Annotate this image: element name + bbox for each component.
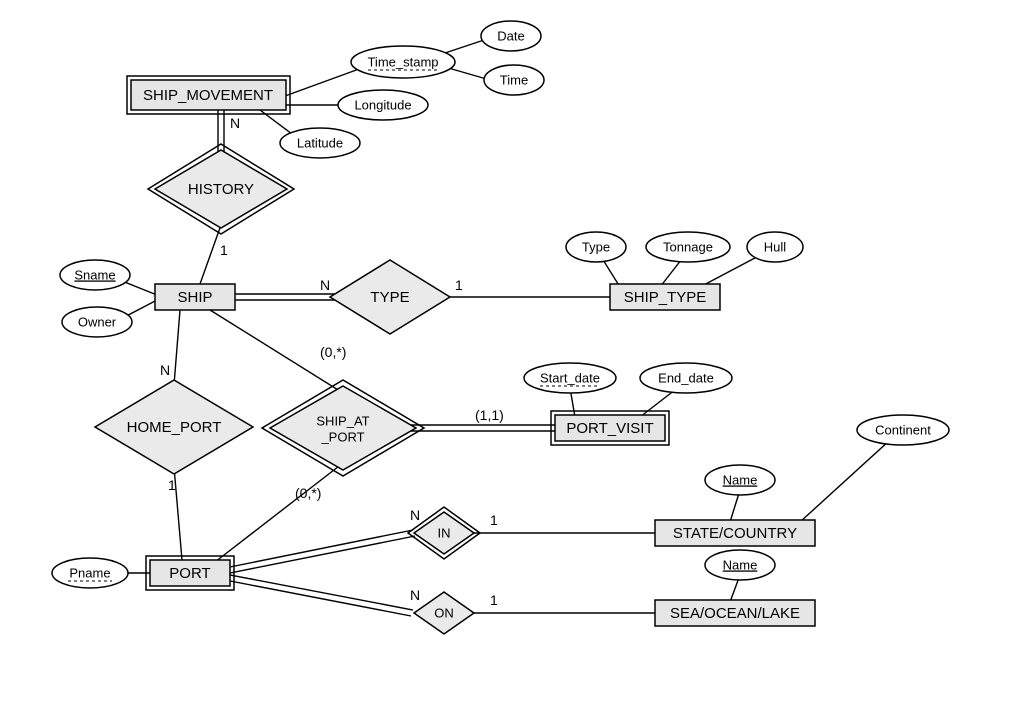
card-hp-1: 1: [168, 477, 176, 493]
card-sap-right: (1,1): [475, 407, 504, 423]
attr-date: Date: [481, 21, 541, 51]
rel-ship-at-port: SHIP_AT _PORT: [262, 380, 424, 476]
conn-ship-hp: [174, 310, 180, 385]
attr-name-sc: Name: [705, 465, 775, 495]
conn-sc-cont: [800, 440, 890, 522]
rel-type: TYPE: [330, 260, 450, 334]
entity-ship: SHIP: [155, 284, 235, 310]
svg-text:IN: IN: [438, 525, 451, 540]
card-in-1: 1: [490, 512, 498, 528]
card-in-n: N: [410, 507, 420, 523]
entity-ship-type: SHIP_TYPE: [610, 284, 720, 310]
card-hist-1: 1: [220, 242, 228, 258]
svg-text:End_date: End_date: [658, 370, 714, 385]
svg-text:SHIP_TYPE: SHIP_TYPE: [624, 289, 707, 306]
card-on-1: 1: [490, 592, 498, 608]
svg-text:TYPE: TYPE: [370, 289, 409, 306]
svg-text:PORT_VISIT: PORT_VISIT: [566, 420, 653, 437]
entity-port: PORT: [146, 556, 234, 590]
svg-text:Type: Type: [582, 239, 610, 254]
conn-hist-ship: [200, 225, 221, 284]
conn-port-on-b: [225, 580, 411, 616]
card-hist-n: N: [230, 115, 240, 131]
rel-history: HISTORY: [148, 144, 294, 234]
card-hp-n: N: [160, 362, 170, 378]
attr-continent: Continent: [857, 415, 949, 445]
attr-time: Time: [484, 65, 544, 95]
entity-ship-movement: SHIP_MOVEMENT: [127, 76, 290, 114]
conn-port-in-b: [225, 536, 415, 574]
entity-port-visit: PORT_VISIT: [551, 411, 669, 445]
attr-hull: Hull: [747, 232, 803, 262]
conn-sap-port: [215, 463, 343, 562]
svg-text:SHIP: SHIP: [177, 289, 212, 306]
rel-on: ON: [414, 592, 474, 634]
svg-text:Owner: Owner: [78, 314, 117, 329]
attr-end-date: End_date: [640, 363, 732, 393]
svg-text:PORT: PORT: [169, 565, 210, 582]
entity-state-country: STATE/COUNTRY: [655, 520, 815, 546]
attr-name-sol: Name: [705, 550, 775, 580]
svg-text:Continent: Continent: [875, 422, 931, 437]
card-sap-top: (0,*): [320, 344, 346, 360]
svg-text:Name: Name: [723, 472, 758, 487]
attr-latitude: Latitude: [280, 128, 360, 158]
svg-text:Longitude: Longitude: [354, 97, 411, 112]
svg-text:_PORT: _PORT: [320, 429, 364, 444]
svg-text:Latitude: Latitude: [297, 135, 343, 150]
svg-text:HOME_PORT: HOME_PORT: [127, 419, 222, 436]
svg-text:Date: Date: [497, 28, 524, 43]
svg-text:STATE/COUNTRY: STATE/COUNTRY: [673, 525, 797, 542]
svg-text:Tonnage: Tonnage: [663, 239, 713, 254]
svg-text:SEA/OCEAN/LAKE: SEA/OCEAN/LAKE: [670, 605, 800, 622]
attr-tonnage: Tonnage: [646, 232, 730, 262]
card-sap-bottom: (0,*): [295, 485, 321, 501]
attr-type: Type: [566, 232, 626, 262]
card-type-1: 1: [455, 277, 463, 293]
entity-sea-ocean-lake: SEA/OCEAN/LAKE: [655, 600, 815, 626]
attr-pname: Pname: [52, 558, 128, 588]
attr-start-date: Start_date: [524, 363, 616, 393]
svg-text:Start_date: Start_date: [540, 370, 600, 385]
svg-text:SHIP_AT: SHIP_AT: [316, 413, 369, 428]
svg-text:ON: ON: [434, 605, 454, 620]
svg-text:Time: Time: [500, 72, 528, 87]
conn-port-on-a: [225, 574, 413, 610]
attr-longitude: Longitude: [338, 90, 428, 120]
rel-home-port: HOME_PORT: [95, 380, 253, 474]
svg-text:Sname: Sname: [74, 267, 115, 282]
card-type-n: N: [320, 277, 330, 293]
svg-text:HISTORY: HISTORY: [188, 181, 254, 198]
card-on-n: N: [410, 587, 420, 603]
attr-owner: Owner: [62, 307, 132, 337]
attr-time-stamp: Time_stamp: [351, 46, 455, 78]
conn-port-in-a: [225, 530, 413, 568]
svg-text:SHIP_MOVEMENT: SHIP_MOVEMENT: [143, 87, 273, 104]
attr-sname: Sname: [60, 260, 130, 290]
svg-text:Time_stamp: Time_stamp: [367, 54, 438, 69]
svg-text:Pname: Pname: [69, 565, 110, 580]
svg-text:Hull: Hull: [764, 239, 787, 254]
svg-text:Name: Name: [723, 557, 758, 572]
er-diagram: N 1 N 1 N 1 (0,*) (1,1) (0,*) N 1 N 1: [0, 0, 1024, 717]
